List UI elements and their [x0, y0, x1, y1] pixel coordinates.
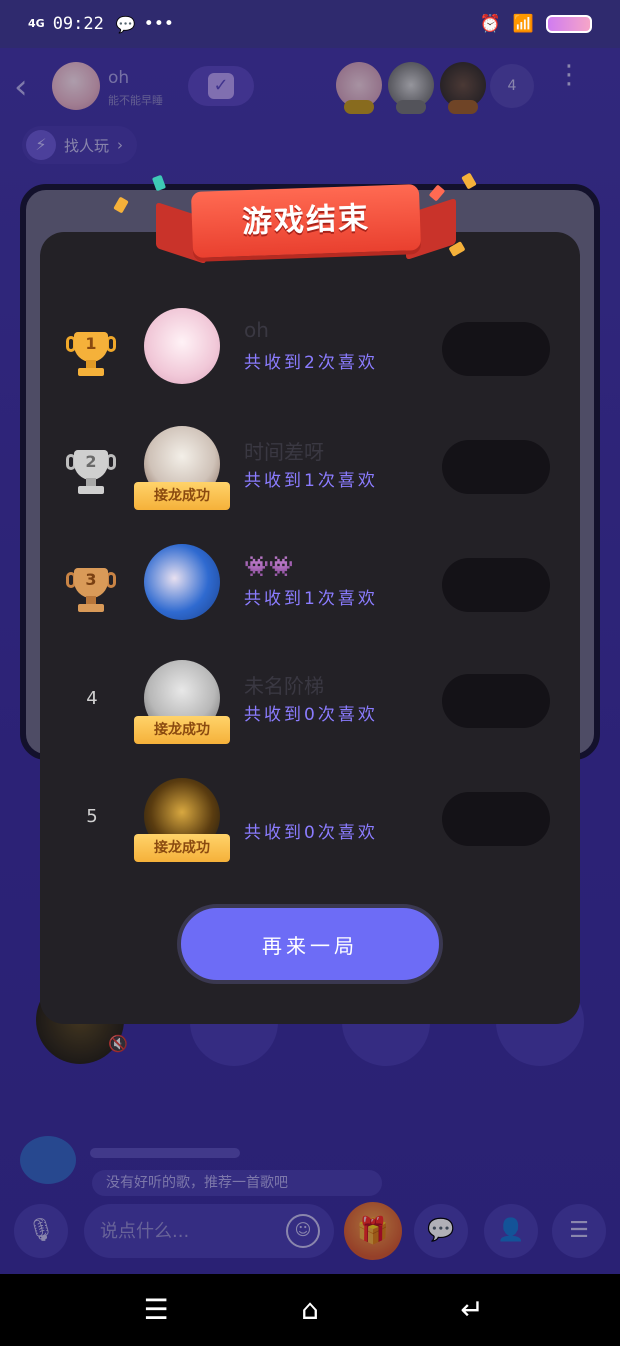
action-pill[interactable]	[442, 440, 550, 494]
game-over-banner: 游戏结束	[106, 170, 506, 280]
result-row: 2 接龙成功 时间差呀 共收到1次喜欢	[40, 426, 580, 526]
gold-trophy-icon: 1	[66, 330, 116, 380]
result-row: 1 oh 共收到2次喜欢	[40, 308, 580, 408]
rank-number: 3	[85, 570, 97, 589]
alarm-icon: ⏰	[479, 14, 501, 34]
bronze-trophy-icon: 3	[66, 566, 116, 616]
confetti-icon	[428, 184, 446, 202]
menu-icon[interactable]: ☰	[126, 1288, 186, 1332]
rank-number: 4	[86, 688, 98, 709]
player-name: 时间差呀	[244, 440, 324, 464]
action-pill[interactable]	[442, 792, 550, 846]
status-right: ⏰ 📶	[480, 14, 592, 34]
result-row: 4 接龙成功 未名阶梯 共收到0次喜欢	[40, 660, 580, 760]
likes-count: 共收到1次喜欢	[244, 589, 378, 609]
action-pill[interactable]	[442, 558, 550, 612]
back-icon[interactable]: ↵	[442, 1288, 502, 1332]
confetti-icon	[113, 196, 129, 214]
result-row: 3 👾👾 共收到1次喜欢	[40, 544, 580, 644]
game-result-modal: 1 oh 共收到2次喜欢 2 接龙成功 时间差呀 共收到1次喜欢 3 👾👾 共收…	[40, 232, 580, 1024]
player-name: 👾👾	[244, 554, 294, 578]
more-dots-icon: •••	[143, 14, 174, 34]
likes-count: 共收到0次喜欢	[244, 705, 378, 725]
navigation-bar: ☰ ⌂ ↵	[0, 1274, 620, 1346]
wifi-icon: 📶	[512, 14, 534, 34]
likes-count: 共收到0次喜欢	[244, 823, 378, 843]
modal-title: 游戏结束	[241, 200, 371, 241]
battery-icon	[546, 15, 592, 33]
confetti-icon	[151, 174, 167, 192]
result-row: 5 接龙成功 共收到0次喜欢	[40, 778, 580, 878]
relay-success-badge: 接龙成功	[134, 482, 230, 510]
silver-trophy-icon: 2	[66, 448, 116, 498]
clock: 09:22	[52, 14, 104, 34]
relay-success-badge: 接龙成功	[134, 834, 230, 862]
rank-number: 2	[85, 452, 97, 471]
confetti-icon	[461, 172, 477, 190]
player-avatar[interactable]	[144, 308, 220, 384]
player-name: oh	[244, 318, 269, 342]
action-pill[interactable]	[442, 322, 550, 376]
action-pill[interactable]	[442, 674, 550, 728]
rank-number: 5	[86, 806, 98, 827]
signal-icon: 4G	[28, 17, 45, 30]
relay-success-badge: 接龙成功	[134, 716, 230, 744]
status-bar: 4G 09:22 💬 ••• ⏰ 📶	[0, 0, 620, 48]
likes-count: 共收到1次喜欢	[244, 471, 378, 491]
player-name: 未名阶梯	[244, 674, 324, 698]
wechat-icon: 💬	[115, 14, 136, 34]
likes-count: 共收到2次喜欢	[244, 353, 378, 373]
play-again-button[interactable]: 再来一局	[177, 904, 443, 984]
rank-number: 1	[85, 334, 97, 353]
player-avatar[interactable]	[144, 544, 220, 620]
home-icon[interactable]: ⌂	[280, 1288, 340, 1332]
